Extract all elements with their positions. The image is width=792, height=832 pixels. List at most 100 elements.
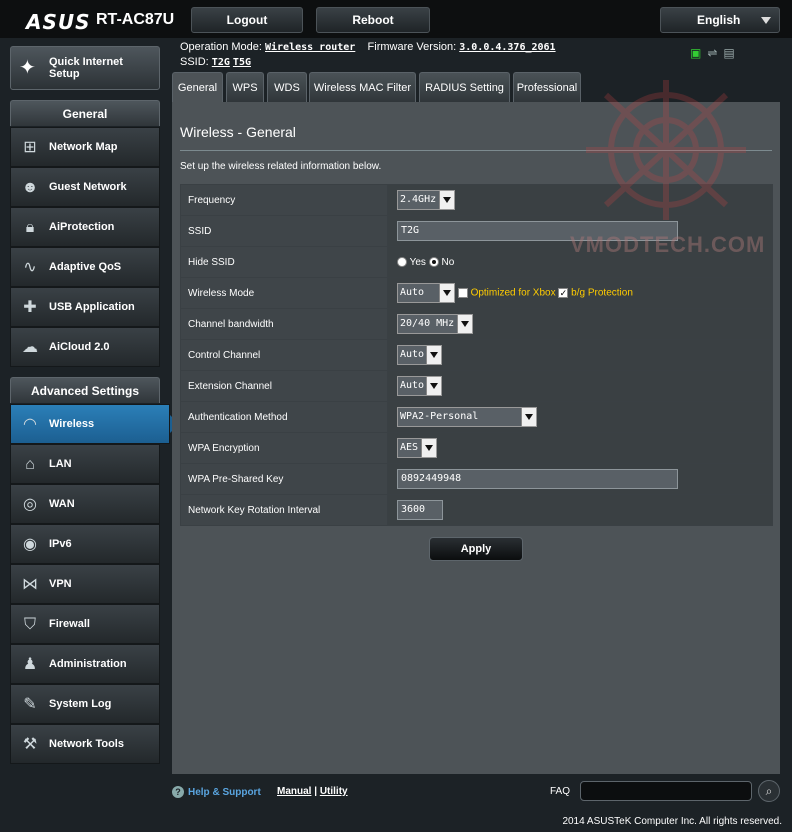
wpa-encryption-select[interactable]: AES: [397, 438, 437, 458]
status-bar: Operation Mode: Wireless router Firmware…: [180, 40, 556, 70]
sidebar-item-label: Guest Network: [49, 181, 127, 193]
op-mode-link[interactable]: Wireless router: [265, 42, 355, 53]
manual-link[interactable]: Manual: [277, 786, 311, 797]
copyright-text: 2014 ASUSTeK Computer Inc. All rights re…: [562, 816, 782, 827]
admin-icon: ♟: [22, 656, 38, 673]
tab-wds[interactable]: WDS: [267, 72, 307, 102]
table-row: Network Key Rotation Interval 3600: [180, 494, 773, 526]
wireless-mode-value: Auto: [400, 287, 425, 298]
sidebar-item-lan[interactable]: ⌂ LAN: [10, 444, 160, 484]
control-channel-select[interactable]: Auto: [397, 345, 442, 365]
sidebar-item-network-tools[interactable]: ⚒ Network Tools: [10, 724, 160, 764]
sidebar-item-label: Network Tools: [49, 738, 124, 750]
ssid-link-2g[interactable]: T2G: [212, 57, 230, 68]
utility-link[interactable]: Utility: [320, 786, 348, 797]
sidebar-item-label: WAN: [49, 498, 75, 510]
chevron-down-icon: [761, 17, 771, 24]
sidebar-item-label: AiCloud 2.0: [49, 341, 110, 353]
sidebar-item-label: Firewall: [49, 618, 90, 630]
sidebar-item-wireless[interactable]: ◠ Wireless: [10, 404, 179, 444]
wpa-psk-label: WPA Pre-Shared Key: [180, 463, 388, 495]
language-select[interactable]: English: [660, 7, 780, 33]
key-rotation-input[interactable]: 3600: [397, 500, 443, 520]
ssid-link-5g[interactable]: T5G: [233, 57, 251, 68]
logout-button[interactable]: Logout: [191, 7, 303, 33]
chevron-down-icon: [426, 346, 441, 364]
hide-ssid-yes-radio[interactable]: [397, 256, 407, 267]
wpa-psk-input[interactable]: 0892449948: [397, 469, 678, 489]
xbox-checkbox[interactable]: [457, 288, 468, 298]
chevron-down-icon: [421, 439, 436, 457]
chevron-down-icon: [439, 191, 454, 209]
channel-bandwidth-label: Channel bandwidth: [180, 308, 388, 340]
faq-search-input[interactable]: [580, 781, 752, 801]
extension-channel-label: Extension Channel: [180, 370, 388, 402]
tab-wireless-mac-filter[interactable]: Wireless MAC Filter: [309, 72, 416, 102]
frequency-value: 2.4GHz: [400, 194, 437, 205]
guest-network-icon: ☻: [21, 179, 39, 196]
frequency-label: Frequency: [180, 184, 388, 216]
sidebar-item-wan[interactable]: ◎ WAN: [10, 484, 160, 524]
vpn-icon: ⋈: [22, 576, 38, 593]
printer-icon[interactable]: ▤: [723, 46, 740, 60]
wireless-mode-select[interactable]: Auto: [397, 283, 455, 303]
sidebar-item-administration[interactable]: ♟ Administration: [10, 644, 160, 684]
sidebar-item-usb-application[interactable]: ✚ USB Application: [10, 287, 160, 327]
faq-label: FAQ: [550, 786, 571, 797]
sidebar-item-guest-network[interactable]: ☻ Guest Network: [10, 167, 160, 207]
help-icon: ?: [172, 786, 184, 798]
frequency-select[interactable]: 2.4GHz: [397, 190, 455, 210]
hide-ssid-label: Hide SSID: [180, 246, 388, 278]
log-icon: ✎: [23, 696, 37, 713]
hide-ssid-yes-label: Yes: [409, 256, 426, 268]
sidebar-item-aicloud[interactable]: ☁ AiCloud 2.0: [10, 327, 160, 367]
extension-channel-select[interactable]: Auto: [397, 376, 442, 396]
sidebar-item-adaptive-qos[interactable]: ∿ Adaptive QoS: [10, 247, 160, 287]
channel-bandwidth-select[interactable]: 20/40 MHz: [397, 314, 473, 334]
hide-ssid-no-radio[interactable]: [428, 256, 439, 267]
firmware-label: Firmware Version:: [367, 41, 457, 53]
help-support-link[interactable]: ? Help & Support: [172, 786, 261, 798]
ssid-status-label: SSID:: [180, 56, 209, 68]
puzzle-icon: ✚: [23, 299, 37, 316]
bg-protection-checkbox[interactable]: ✓: [558, 288, 569, 298]
tab-wps[interactable]: WPS: [226, 72, 264, 102]
hide-ssid-no-label: No: [441, 256, 455, 268]
chevron-down-icon: [426, 377, 441, 395]
auth-method-select[interactable]: WPA2-Personal: [397, 407, 537, 427]
internet-status-icon[interactable]: ▣: [690, 46, 707, 60]
language-value: English: [697, 13, 741, 27]
page-title-main: Wireless: [180, 124, 234, 140]
xbox-label: Optimized for Xbox: [470, 287, 556, 299]
channel-bandwidth-value: 20/40 MHz: [400, 318, 455, 329]
tab-general[interactable]: General: [172, 72, 223, 102]
network-map-icon: ⊞: [23, 139, 37, 156]
apply-button[interactable]: Apply: [429, 537, 523, 561]
reboot-button[interactable]: Reboot: [316, 7, 430, 33]
sidebar-item-firewall[interactable]: ⛉ Firewall: [10, 604, 160, 644]
tab-radius-setting[interactable]: RADIUS Setting: [419, 72, 510, 102]
ipv6-icon: ◉: [23, 536, 37, 553]
advanced-group-header: Advanced Settings: [10, 377, 160, 403]
watermark-text: VMODTECH.COM: [570, 232, 766, 257]
usb-icon[interactable]: ⇌: [707, 46, 723, 60]
quick-internet-setup-button[interactable]: ✦ Quick Internet Setup: [10, 46, 160, 90]
sidebar-item-network-map[interactable]: ⊞ Network Map: [10, 127, 160, 167]
status-icons: ▣⇌▤: [690, 46, 741, 60]
firmware-link[interactable]: 3.0.0.4.376_2061: [459, 42, 555, 53]
control-channel-label: Control Channel: [180, 339, 388, 371]
search-icon[interactable]: ⌕: [758, 780, 780, 802]
chevron-down-icon: [439, 284, 454, 302]
auth-method-value: WPA2-Personal: [400, 411, 479, 422]
link-separator: |: [311, 786, 320, 797]
key-rotation-label: Network Key Rotation Interval: [180, 494, 388, 526]
sidebar-item-system-log[interactable]: ✎ System Log: [10, 684, 160, 724]
bg-protection-label: b/g Protection: [571, 287, 633, 299]
sidebar-item-vpn[interactable]: ⋈ VPN: [10, 564, 160, 604]
sidebar-item-label: Adaptive QoS: [49, 261, 122, 273]
wpa-encryption-value: AES: [400, 442, 419, 453]
sidebar-item-ipv6[interactable]: ◉ IPv6: [10, 524, 160, 564]
extension-channel-value: Auto: [400, 380, 425, 391]
wireless-mode-label: Wireless Mode: [180, 277, 388, 309]
sidebar-item-aiprotection[interactable]: 🔒︎ AiProtection: [10, 207, 160, 247]
